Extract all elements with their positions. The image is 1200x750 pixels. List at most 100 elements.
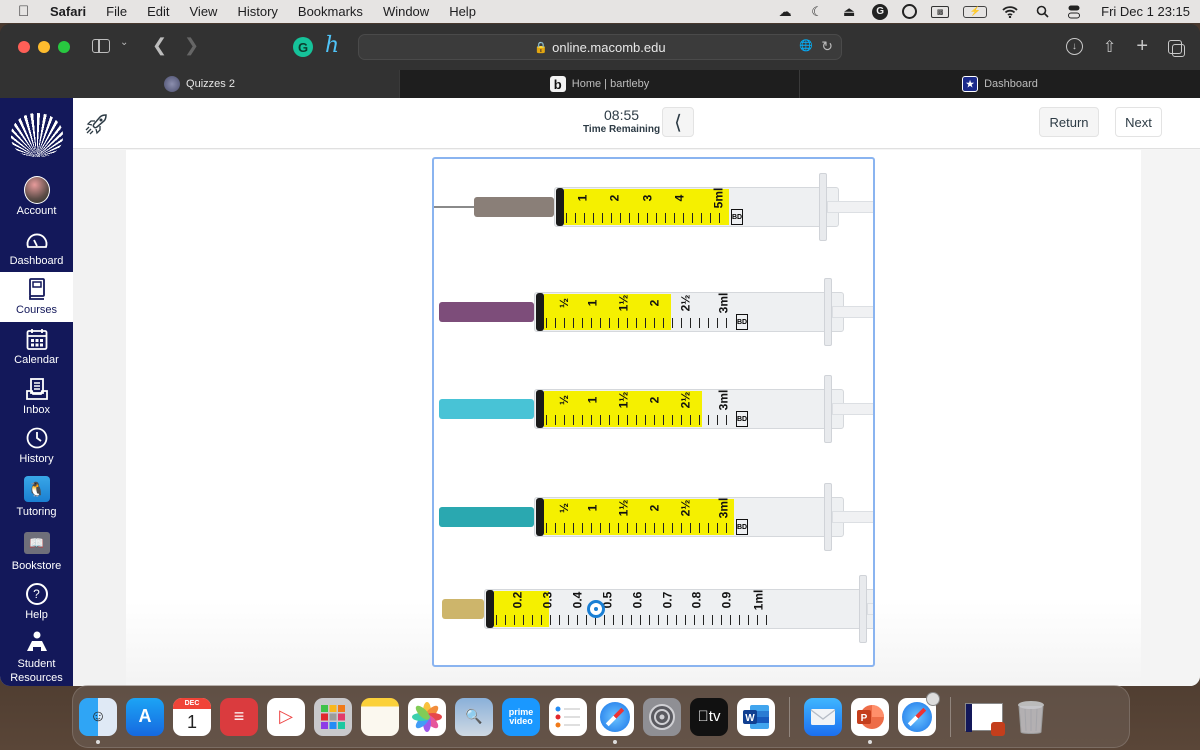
- dock-notes[interactable]: [361, 697, 399, 736]
- scale-label: 2½: [678, 294, 693, 312]
- nav-inbox[interactable]: Inbox: [0, 372, 73, 421]
- tab-overview-icon[interactable]: [1168, 39, 1185, 57]
- battery-charging-icon[interactable]: ⚡: [963, 5, 988, 18]
- nav-tutoring[interactable]: 🐧 Tutoring: [0, 470, 73, 524]
- address-bar[interactable]: 🔒 online.macomb.edu 🌐 ↻: [358, 34, 842, 60]
- menu-clock[interactable]: Fri Dec 1 23:15: [1101, 4, 1190, 19]
- timer-collapse-button[interactable]: ⟨: [662, 107, 694, 137]
- nav-courses[interactable]: Courses: [0, 272, 73, 322]
- nav-label: History: [19, 452, 54, 465]
- scale-labels: 0.2 0.3 0.4 0.5 0.6 0.7 0.8 0.9 1ml: [509, 590, 769, 611]
- tab-quizzes[interactable]: Quizzes 2: [0, 70, 400, 98]
- plunger-rod: [832, 403, 873, 415]
- scale-label: 2: [607, 194, 622, 202]
- user-circle-icon[interactable]: [902, 4, 918, 19]
- scale-label: 0.7: [659, 591, 674, 609]
- lock-icon: 🔒: [534, 41, 549, 54]
- scale-label: ½: [557, 394, 572, 406]
- grammarly-extension-icon[interactable]: G: [293, 37, 313, 57]
- window-icon[interactable]: ▩: [931, 5, 950, 18]
- dock-word[interactable]: W: [737, 697, 775, 736]
- dock-expressvpn[interactable]: ≡: [220, 697, 258, 736]
- new-tab-icon[interactable]: +: [1136, 35, 1148, 58]
- dock-minimized-powerpoint-window[interactable]: [965, 698, 1005, 736]
- dock-separator: [950, 696, 951, 737]
- scale-label: 3ml: [716, 497, 731, 519]
- nav-history[interactable]: History: [0, 421, 73, 470]
- chevron-down-icon[interactable]: ⌄: [120, 37, 128, 48]
- dock-prime-video[interactable]: prime video: [502, 697, 540, 736]
- scale-label: 0.8: [689, 591, 704, 609]
- scale-label: 3ml: [716, 389, 731, 411]
- menu-edit[interactable]: Edit: [147, 4, 169, 19]
- dock-trash[interactable]: [1012, 698, 1050, 736]
- close-window-button[interactable]: [18, 41, 30, 53]
- back-button[interactable]: ❮: [152, 35, 167, 56]
- creative-cloud-icon[interactable]: ☁: [776, 4, 794, 19]
- dock-system-settings[interactable]: [643, 697, 681, 736]
- dock-finder[interactable]: ☺: [79, 697, 117, 744]
- nav-calendar[interactable]: Calendar: [0, 322, 73, 372]
- college-logo[interactable]: [0, 98, 73, 172]
- downloads-icon[interactable]: ↓: [1065, 38, 1083, 55]
- honey-extension-icon[interactable]: h: [325, 33, 339, 58]
- running-indicator: [96, 739, 100, 744]
- nav-label: Student Resources: [10, 658, 63, 684]
- grammarly-icon[interactable]: G: [872, 3, 889, 20]
- wifi-icon[interactable]: [1001, 5, 1019, 19]
- eject-icon[interactable]: ⏏: [840, 4, 858, 19]
- nav-student-resources[interactable]: Student Resources: [0, 627, 73, 686]
- finger-flange: [819, 173, 827, 241]
- sidebar-toggle-icon[interactable]: [92, 39, 110, 53]
- control-center-icon[interactable]: [1065, 5, 1083, 19]
- menu-history[interactable]: History: [237, 4, 277, 19]
- translate-icon[interactable]: 🌐: [799, 39, 813, 52]
- scale-label: 1: [575, 194, 590, 202]
- svg-text:W: W: [745, 713, 755, 724]
- dock-app-store[interactable]: A: [126, 697, 164, 736]
- menu-window[interactable]: Window: [383, 4, 429, 19]
- nav-dashboard[interactable]: Dashboard: [0, 224, 73, 272]
- dock-safari[interactable]: [596, 697, 634, 744]
- dock-apple-tv[interactable]: tv: [690, 697, 728, 736]
- bd-logo: BD: [731, 209, 743, 225]
- nav-help[interactable]: ? Help: [0, 577, 73, 627]
- plunger-rod: [827, 201, 873, 213]
- nav-account[interactable]: Account: [0, 172, 73, 224]
- next-button[interactable]: Next: [1115, 107, 1162, 137]
- menu-file[interactable]: File: [106, 4, 127, 19]
- rocket-icon[interactable]: [85, 112, 109, 136]
- dock-preview[interactable]: 🔍: [455, 697, 493, 736]
- reload-icon[interactable]: ↻: [821, 38, 833, 55]
- apple-menu-icon[interactable]: : [18, 3, 36, 20]
- dock-reminders[interactable]: [549, 697, 587, 736]
- search-icon[interactable]: [1033, 5, 1051, 19]
- nav-bookstore[interactable]: 📖 Bookstore: [0, 524, 73, 577]
- dock-safari-iphone[interactable]: [898, 691, 940, 736]
- moon-icon[interactable]: ☾: [808, 4, 826, 19]
- menu-bookmarks[interactable]: Bookmarks: [298, 4, 363, 19]
- tab-bartleby[interactable]: b Home | bartleby: [400, 70, 800, 98]
- menu-view[interactable]: View: [190, 4, 218, 19]
- dock-photos[interactable]: [408, 697, 446, 736]
- bd-logo: BD: [736, 411, 748, 427]
- minimize-window-button[interactable]: [38, 41, 50, 53]
- share-icon[interactable]: ⇧: [1103, 37, 1116, 57]
- dock-launchpad[interactable]: [314, 697, 352, 736]
- prime-label: prime video: [508, 706, 534, 726]
- tab-dashboard[interactable]: ★ Dashboard: [800, 70, 1200, 98]
- dock-powerpoint[interactable]: P: [851, 697, 889, 744]
- menu-app-name[interactable]: Safari: [50, 4, 86, 19]
- dock-mail[interactable]: [804, 697, 842, 736]
- dock-infuse[interactable]: ▷: [267, 697, 305, 736]
- dock-calendar[interactable]: DEC 1: [173, 697, 211, 736]
- forward-button[interactable]: ❯: [184, 35, 199, 56]
- return-button[interactable]: Return: [1039, 107, 1099, 137]
- nav-label: Courses: [16, 304, 57, 316]
- zoom-window-button[interactable]: [58, 41, 70, 53]
- scale-label: 1½: [616, 294, 631, 312]
- svg-text:P: P: [861, 713, 868, 724]
- rubber-stopper: [486, 590, 494, 628]
- nav-label: Help: [25, 609, 48, 621]
- menu-help[interactable]: Help: [449, 4, 476, 19]
